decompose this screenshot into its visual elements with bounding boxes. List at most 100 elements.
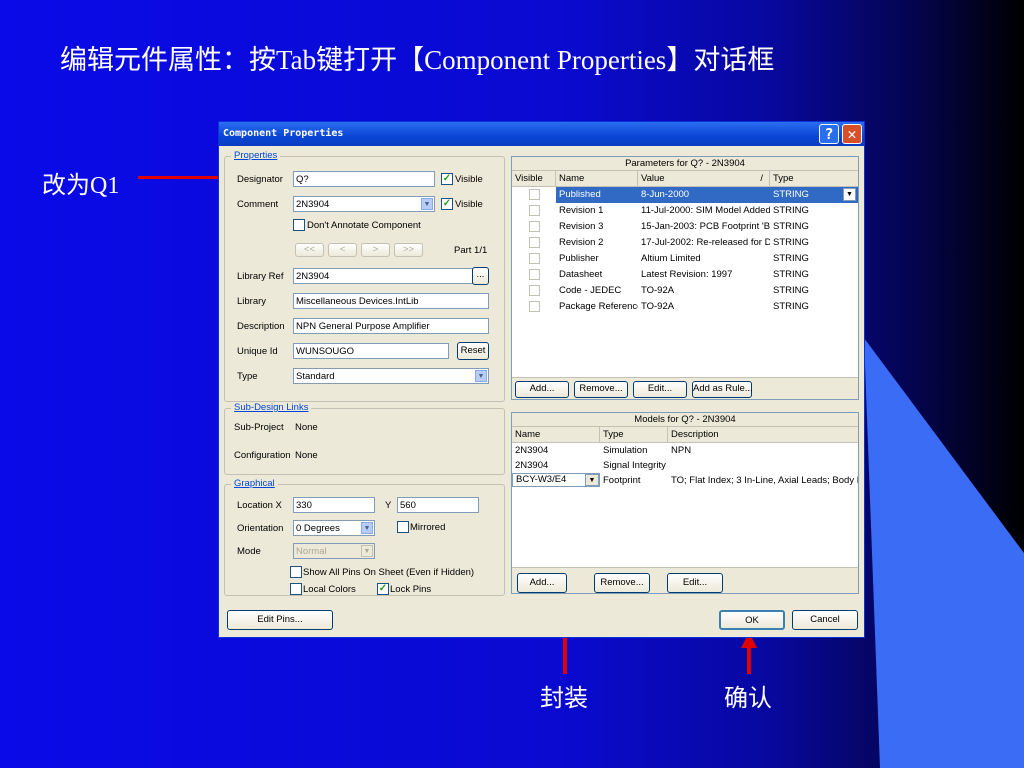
param-edit-button[interactable]: Edit...	[633, 381, 687, 398]
comment-visible-checkbox[interactable]: ✓	[441, 198, 453, 210]
note-designator: 改为Q1	[42, 173, 120, 199]
library-input[interactable]: Miscellaneous Devices.IntLib	[293, 293, 489, 309]
model-edit-button[interactable]: Edit...	[667, 573, 723, 593]
part-indicator: Part 1/1	[454, 245, 488, 256]
comment-label: Comment	[237, 199, 279, 210]
chevron-down-icon[interactable]: ▼	[585, 474, 599, 486]
lock-pins-checkbox[interactable]: ✓	[377, 583, 389, 595]
param-name: Datasheet	[559, 269, 603, 280]
param-type: STRING	[773, 269, 809, 280]
subdesign-group-title: Sub-Design Links	[231, 402, 312, 413]
col-value[interactable]: Value /	[638, 171, 770, 187]
col-type[interactable]: Type	[770, 171, 858, 187]
model-description: NPN	[671, 445, 692, 456]
model-add-button[interactable]: Add...	[517, 573, 567, 593]
visible-checkbox[interactable]	[529, 253, 540, 264]
visible-checkbox[interactable]	[529, 237, 540, 248]
designator-label: Designator	[237, 174, 283, 185]
models-button-bar: Add... Remove... Edit...	[512, 567, 858, 593]
table-row[interactable]: BCY-W3/E4 ▼ Footprint TO; Flat Index; 3 In-…	[512, 473, 858, 488]
param-add-button[interactable]: Add...	[515, 381, 569, 398]
libref-input[interactable]: 2N3904	[293, 268, 473, 284]
param-type: STRING	[773, 285, 809, 296]
parameters-rows: Published 8-Jun-2000 STRING ▼ Revision 1 11-J…	[512, 187, 858, 315]
comment-select[interactable]: 2N3904 ▼	[293, 196, 435, 212]
description-input[interactable]: NPN General Purpose Amplifier	[293, 318, 489, 334]
table-row[interactable]: Published 8-Jun-2000 STRING ▼	[512, 187, 858, 203]
mode-select[interactable]: Normal ▼	[293, 543, 375, 559]
type-select[interactable]: Standard ▼	[293, 368, 489, 384]
visible-checkbox[interactable]	[529, 221, 540, 232]
mirrored-checkbox[interactable]	[397, 521, 409, 533]
table-row[interactable]: 2N3904 Signal Integrity	[512, 458, 858, 473]
col-visible[interactable]: Visible	[512, 171, 556, 187]
model-remove-button[interactable]: Remove...	[594, 573, 650, 593]
chevron-down-icon: ▼	[475, 370, 487, 382]
parameters-button-bar: Add... Remove... Edit... Add as Rule...	[512, 377, 858, 399]
models-col-name[interactable]: Name	[512, 427, 600, 443]
param-value: TO-92A	[641, 301, 675, 312]
local-colors-label: Local Colors	[303, 584, 356, 595]
models-header: Models for Q? - 2N3904	[512, 413, 858, 427]
show-pins-checkbox[interactable]	[290, 566, 302, 578]
visible-checkbox[interactable]	[529, 205, 540, 216]
visible-cell	[512, 283, 556, 299]
param-type: STRING	[773, 237, 809, 248]
table-row[interactable]: Datasheet Latest Revision: 1997 STRING	[512, 267, 858, 283]
param-add-rule-button[interactable]: Add as Rule...	[692, 381, 753, 398]
orientation-value: 0 Degrees	[296, 523, 340, 534]
libref-browse-button[interactable]: ...	[472, 267, 489, 285]
table-row[interactable]: Publisher Altium Limited STRING	[512, 251, 858, 267]
col-name[interactable]: Name	[556, 171, 638, 187]
table-row[interactable]: Package Reference TO-92A STRING	[512, 299, 858, 315]
model-name: 2N3904	[515, 460, 549, 471]
table-row[interactable]: Revision 1 11-Jul-2000: SIM Model Added ST…	[512, 203, 858, 219]
visible-checkbox[interactable]	[529, 269, 540, 280]
table-row[interactable]: Revision 2 17-Jul-2002: Re-released for D…	[512, 235, 858, 251]
table-row[interactable]: 2N3904 Simulation NPN	[512, 443, 858, 458]
dont-annotate-checkbox[interactable]	[293, 219, 305, 231]
ok-button[interactable]: OK	[719, 610, 785, 630]
last-part-button[interactable]: >>	[394, 243, 423, 257]
local-colors-checkbox[interactable]	[290, 583, 302, 595]
models-panel: Models for Q? - 2N3904 Name Type Descrip…	[511, 412, 859, 594]
libref-label: Library Ref	[237, 271, 284, 282]
visible-cell	[512, 267, 556, 283]
visible-checkbox[interactable]	[529, 285, 540, 296]
graphical-group: Graphical Location X 330 Y 560 Orientati…	[224, 478, 505, 596]
models-col-description[interactable]: Description	[668, 427, 858, 443]
chevron-down-icon[interactable]: ▼	[843, 188, 856, 201]
slide-title: 编辑元件属性：按Tab键打开【Component Properties】对话框	[60, 45, 775, 75]
first-part-button[interactable]: <<	[295, 243, 324, 257]
edit-pins-button[interactable]: Edit Pins...	[227, 610, 333, 630]
visible-cell	[512, 203, 556, 219]
help-icon[interactable]: ?	[819, 124, 839, 144]
close-icon[interactable]: ✕	[842, 124, 862, 144]
library-label: Library	[237, 296, 267, 307]
type-label: Type	[237, 371, 258, 382]
prev-part-button[interactable]: <	[328, 243, 357, 257]
designator-visible-checkbox[interactable]: ✓	[441, 173, 453, 185]
table-row[interactable]: Code - JEDEC TO-92A STRING	[512, 283, 858, 299]
param-name: Revision 3	[559, 221, 604, 232]
uniqueid-input[interactable]: WUNSOUGO	[293, 343, 449, 359]
param-value: 15-Jan-2003: PCB Footprint 'BC	[641, 221, 770, 232]
param-value: 17-Jul-2002: Re-released for DX	[641, 237, 770, 248]
visible-checkbox[interactable]	[529, 301, 540, 312]
location-y-label: Y	[385, 500, 392, 511]
next-part-button[interactable]: >	[361, 243, 390, 257]
reset-button[interactable]: Reset	[457, 342, 489, 360]
location-x-input[interactable]: 330	[293, 497, 375, 513]
models-col-type[interactable]: Type	[600, 427, 668, 443]
designator-input[interactable]: Q?	[293, 171, 435, 187]
param-name: Code - JEDEC	[559, 285, 622, 296]
models-rows: 2N3904 Simulation NPN 2N3904 Signal Integrit…	[512, 443, 858, 488]
param-remove-button[interactable]: Remove...	[574, 381, 628, 398]
sort-marker: /	[760, 173, 763, 184]
visible-checkbox[interactable]	[529, 189, 540, 200]
location-y-input[interactable]: 560	[397, 497, 479, 513]
cancel-button[interactable]: Cancel	[792, 610, 858, 630]
mirrored-label: Mirrored	[410, 522, 446, 533]
orientation-select[interactable]: 0 Degrees ▼	[293, 520, 375, 536]
table-row[interactable]: Revision 3 15-Jan-2003: PCB Footprint 'BC…	[512, 219, 858, 235]
